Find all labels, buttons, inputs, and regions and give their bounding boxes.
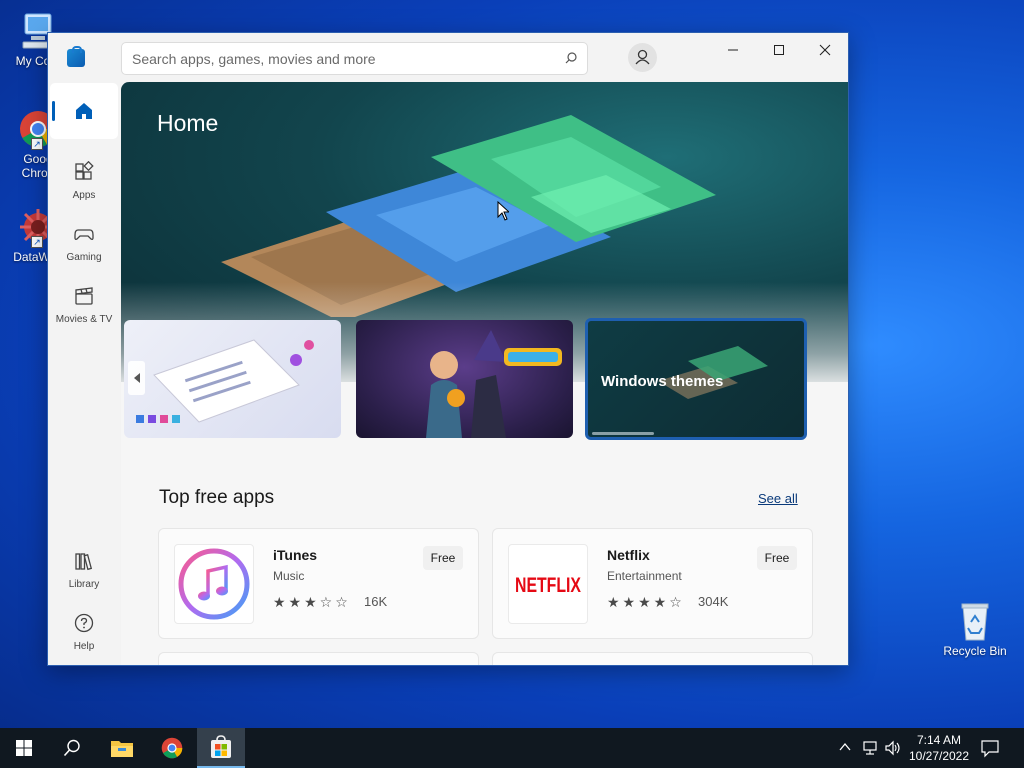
windows-logo-icon: [16, 740, 32, 756]
app-card[interactable]: [158, 652, 479, 665]
review-count: 16K: [364, 594, 388, 609]
sidebar-item-label: Help: [73, 641, 95, 652]
start-button[interactable]: [0, 728, 48, 768]
search-input[interactable]: [121, 42, 588, 75]
maximize-icon: [774, 45, 784, 55]
shortcut-arrow-icon: ↗: [31, 236, 43, 248]
hero-card-1-image: [136, 339, 314, 423]
app-name: Netflix: [607, 547, 650, 563]
section-title: Top free apps: [159, 487, 275, 508]
apps-icon: [75, 160, 94, 180]
netflix-logo: NETFLIX: [508, 544, 588, 624]
sidebar-item-gaming[interactable]: Gaming: [48, 217, 120, 275]
network-icon[interactable]: [862, 740, 880, 756]
price-badge: Free: [423, 546, 463, 570]
svg-text:NETFLIX: NETFLIX: [515, 574, 581, 597]
user-icon: [635, 49, 650, 65]
store-bag-icon: [211, 735, 231, 758]
taskbar-file-explorer[interactable]: [98, 728, 146, 768]
volume-icon[interactable]: [884, 740, 902, 756]
see-all-link[interactable]: See all: [758, 491, 798, 506]
sidebar-item-movies-tv[interactable]: Movies & TV: [48, 279, 120, 337]
clock-date: 10/27/2022: [908, 749, 970, 763]
sidebar-item-label: Library: [68, 579, 100, 590]
account-button[interactable]: [628, 43, 657, 72]
sidebar-item-apps[interactable]: Apps: [48, 155, 120, 213]
recycle-bin-icon: [954, 600, 996, 642]
carousel-progress: [592, 432, 654, 435]
notification-icon[interactable]: [980, 738, 1000, 758]
taskbar-clock[interactable]: 7:14 AM 10/27/2022: [905, 732, 973, 764]
chevron-left-icon: [133, 373, 140, 383]
price-badge: Free: [757, 546, 797, 570]
hero-card-label: Windows themes: [601, 373, 724, 390]
star-rating: ★★★☆☆: [273, 594, 351, 610]
close-button[interactable]: [802, 35, 848, 65]
store-window: Apps Gaming Movies & TV Library Help: [47, 32, 849, 666]
page-title: Home: [157, 110, 219, 136]
gamepad-icon: [74, 229, 94, 240]
mouse-cursor-icon: [497, 201, 509, 221]
minimize-button[interactable]: [710, 35, 756, 65]
clapperboard-icon: [75, 287, 93, 305]
hero-card-2-image: [426, 330, 562, 438]
taskbar-microsoft-store[interactable]: [197, 728, 245, 768]
sidebar-item-library[interactable]: Library: [48, 544, 120, 602]
desktop-icon-label: Recycle Bin: [943, 644, 1007, 658]
review-count: 304K: [698, 594, 729, 609]
help-icon: [74, 613, 94, 633]
search-icon[interactable]: [565, 52, 577, 64]
minimize-icon: [728, 49, 738, 51]
sidebar-item-help[interactable]: Help: [48, 606, 120, 664]
app-category: Entertainment: [607, 569, 682, 583]
hero-card-1[interactable]: [124, 320, 341, 438]
sidebar-item-label: Apps: [72, 190, 96, 201]
chevron-up-icon[interactable]: [838, 740, 852, 754]
app-card-netflix[interactable]: NETFLIX Netflix Entertainment ★★★★☆ 304K…: [492, 528, 813, 639]
clock-time: 7:14 AM: [916, 733, 962, 747]
sidebar-item-home[interactable]: [50, 83, 118, 139]
hero-card-windows-themes[interactable]: Windows themes: [585, 318, 807, 440]
taskbar: 7:14 AM 10/27/2022: [0, 728, 1024, 768]
sidebar-item-label: Movies & TV: [55, 314, 113, 325]
taskbar-search-button[interactable]: [48, 728, 96, 768]
home-icon: [76, 103, 92, 119]
taskbar-chrome[interactable]: [148, 728, 196, 768]
app-category: Music: [273, 569, 305, 583]
chrome-icon: [161, 737, 183, 759]
main-content: Home Windows themes Top free apps See al…: [121, 82, 848, 665]
app-card-itunes[interactable]: iTunes Music ★★★☆☆ 16K Free: [158, 528, 479, 639]
close-icon: [819, 44, 831, 56]
desktop-icon-recycle-bin[interactable]: Recycle Bin: [937, 600, 1013, 658]
maximize-button[interactable]: [756, 35, 802, 65]
store-logo-icon: [67, 46, 85, 67]
library-icon: [75, 553, 93, 571]
app-name: iTunes: [273, 547, 318, 563]
folder-icon: [111, 741, 133, 757]
app-card[interactable]: [492, 652, 813, 665]
search-icon: [63, 739, 80, 757]
sidebar-item-label: Gaming: [66, 252, 102, 263]
title-bar[interactable]: [48, 33, 848, 83]
itunes-icon: [174, 544, 254, 624]
carousel-previous-button[interactable]: [128, 361, 145, 395]
hero-card-2[interactable]: [356, 320, 573, 438]
shortcut-arrow-icon: ↗: [31, 138, 43, 150]
star-rating: ★★★★☆: [607, 594, 685, 610]
